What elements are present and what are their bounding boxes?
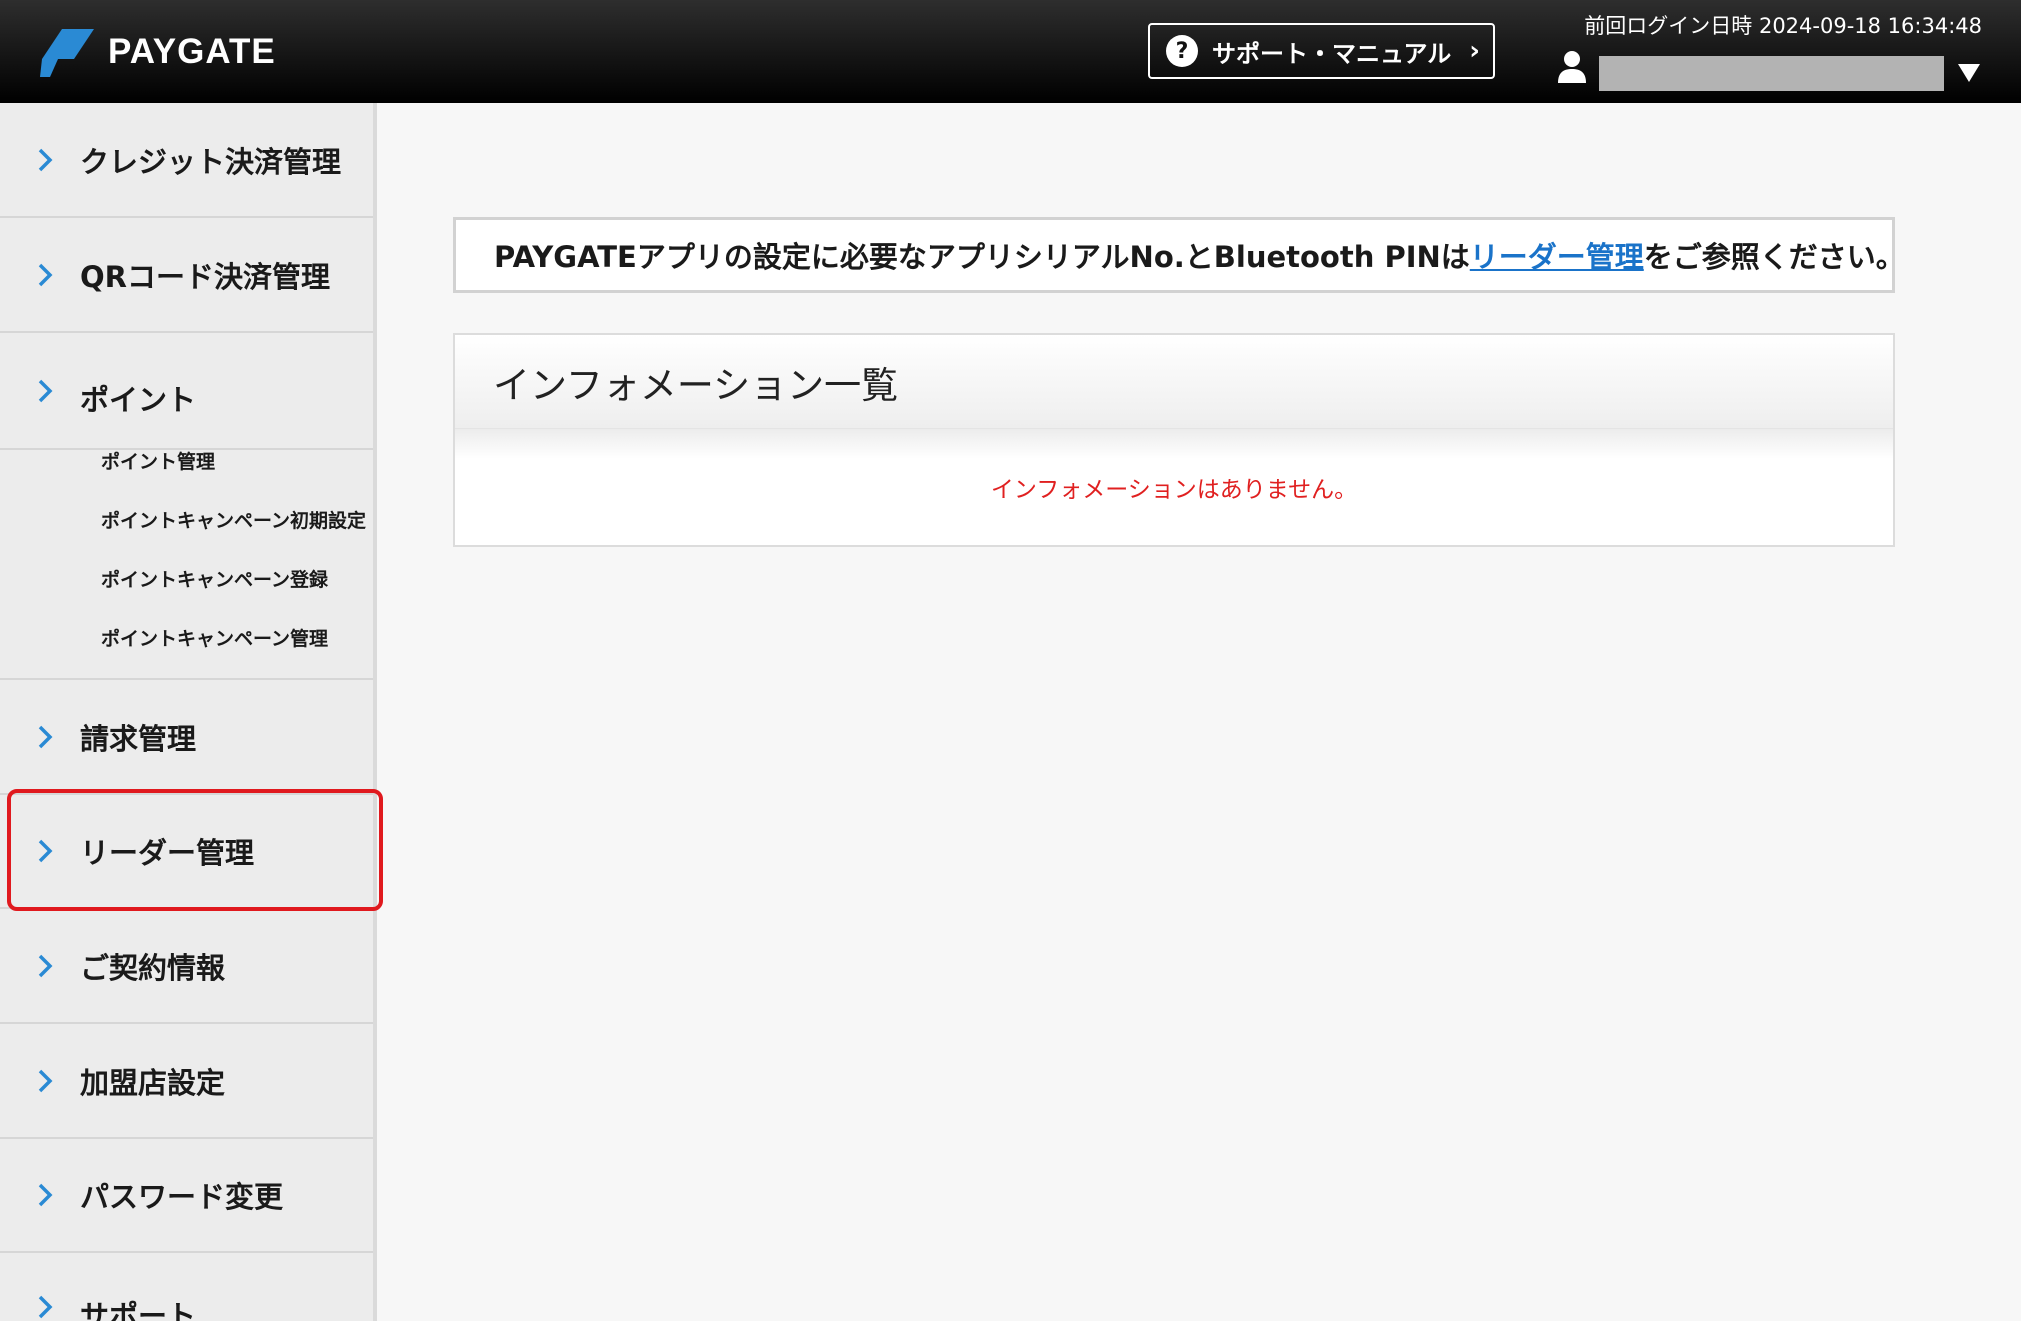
point-section: ポイント管理 ポイントキャンペーン初期設定 ポイントキャンペーン登録 ポイントキ… [0,333,373,680]
sidebar-item-label: ご契約情報 [80,950,226,985]
chevron-right-icon [38,1295,53,1319]
sidebar-item-label: リーダー管理 [80,836,255,870]
sidebar-item-reader-management[interactable]: リーダー管理 [0,795,373,909]
chevron-right-icon [38,725,53,748]
paygate-logo[interactable]: PAYGATE [38,24,276,80]
chevron-right-icon [38,1069,53,1092]
sidebar-item-billing[interactable]: 請求管理 [0,680,373,795]
notice-text-after: をご参照ください。 [1643,240,1905,274]
sidebar-nav: クレジット決済管理 QRコード決済管理 ポイント ポイント管理 ポイントキャンペ… [0,103,377,1321]
caret-down-icon [1958,64,1980,82]
chevron-right-icon [38,1183,53,1207]
paygate-logo-icon [40,29,94,77]
chevron-right-icon: › [1469,36,1480,66]
support-manual-button[interactable]: ? サポート・マニュアル › [1148,23,1495,79]
sidebar-subitem-point-campaign-register[interactable]: ポイントキャンペーン登録 [101,565,328,592]
sidebar-item-label: QRコード決済管理 [80,259,330,294]
chevron-right-icon [38,263,53,286]
sidebar-subitem-point-campaign-initial[interactable]: ポイントキャンペーン初期設定 [101,506,366,533]
logo-text: PAYGATE [108,32,276,71]
sidebar-item-credit-payment[interactable]: クレジット決済管理 [0,103,373,218]
reader-management-link[interactable]: リーダー管理 [1470,234,1644,276]
reader-notice-banner: PAYGATEアプリの設定に必要なアプリシリアルNo.とBluetooth PI… [453,217,1905,293]
sidebar-item-label: パスワード変更 [80,1180,284,1214]
sidebar-subitem-point-management[interactable]: ポイント管理 [101,447,215,474]
information-panel: インフォメーション一覧 インフォメーションはありません。 [453,333,1895,547]
user-menu-dropdown[interactable] [1956,60,1982,86]
last-login-info: 前回ログイン日時 2024-09-18 16:34:48 [1584,14,1982,38]
sidebar-item-label: 加盟店設定 [80,1065,226,1100]
chevron-right-icon [38,148,53,171]
sidebar-item-support[interactable]: サポート [0,1253,373,1321]
sidebar-subitem-point-campaign-management[interactable]: ポイントキャンペーン管理 [101,624,328,651]
chevron-right-icon [38,954,53,977]
chevron-right-icon [38,839,53,863]
top-header: PAYGATE ? サポート・マニュアル › 前回ログイン日時 2024-09-… [0,0,2021,103]
sidebar-item-label: クレジット決済管理 [80,144,342,179]
support-manual-label: サポート・マニュアル [1212,39,1452,68]
sidebar-item-contract-info[interactable]: ご契約情報 [0,909,373,1024]
information-title: インフォメーション一覧 [455,335,1893,429]
user-name [1599,56,1944,91]
sidebar-item-label: サポート [80,1299,197,1321]
user-icon [1558,51,1586,83]
sidebar-item-password-change[interactable]: パスワード変更 [0,1139,373,1253]
help-icon: ? [1166,35,1198,67]
sidebar-item-label: 請求管理 [80,721,197,756]
notice-text-before: PAYGATEアプリの設定に必要なアプリシリアルNo.とBluetooth PI… [494,240,1470,274]
sidebar-item-merchant-settings[interactable]: 加盟店設定 [0,1024,373,1139]
information-empty-message: インフォメーションはありません。 [455,429,1893,545]
sidebar-item-qr-payment[interactable]: QRコード決済管理 [0,218,373,333]
